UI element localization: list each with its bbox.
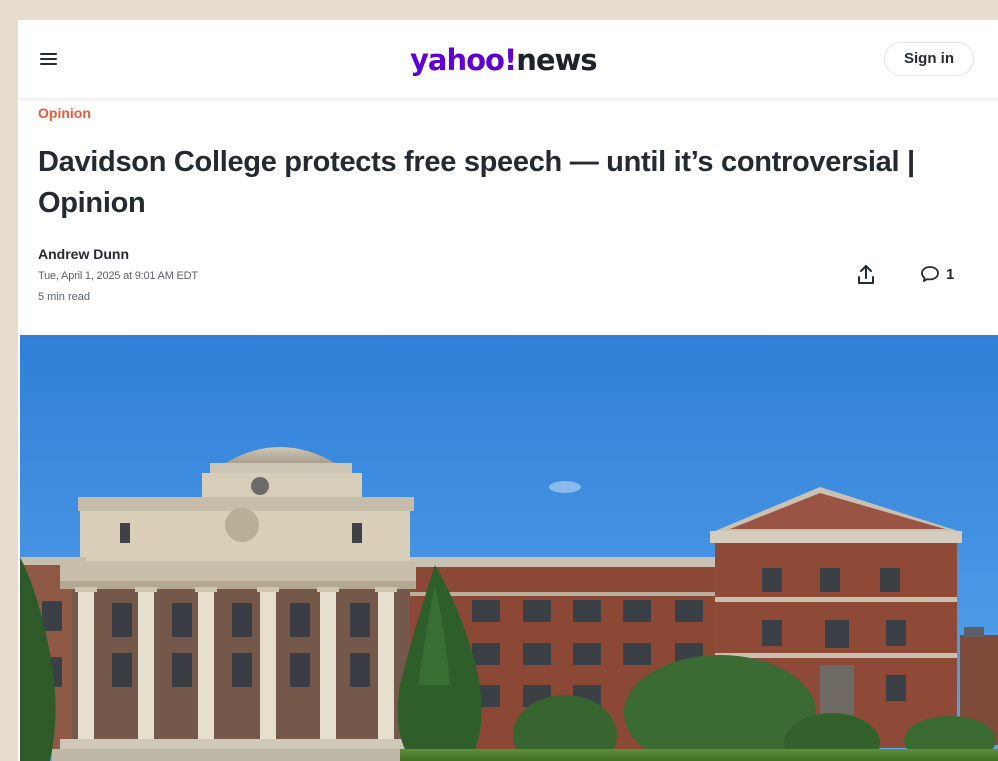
- hamburger-menu-icon[interactable]: [40, 52, 57, 66]
- article-headline: Davidson College protects free speech — …: [38, 146, 915, 219]
- author-name[interactable]: Andrew Dunn: [38, 246, 129, 262]
- hero-image: [20, 335, 998, 761]
- comment-icon: [921, 266, 939, 282]
- article-page: yahoo!news Sign in Opinion Davidson Coll…: [18, 20, 998, 761]
- comments-button[interactable]: 1: [920, 264, 954, 286]
- read-time: 5 min read: [38, 291, 90, 303]
- logo-brand: yahoo: [410, 43, 505, 77]
- share-icon[interactable]: [856, 264, 876, 286]
- logo-exclamation: !: [503, 43, 517, 77]
- sign-in-button[interactable]: Sign in: [884, 42, 974, 76]
- category-label[interactable]: Opinion: [38, 105, 91, 121]
- site-header: yahoo!news Sign in: [18, 20, 998, 98]
- logo-section: news: [516, 43, 597, 77]
- yahoo-news-logo[interactable]: yahoo!news: [410, 40, 598, 80]
- college-building-photo: [20, 335, 998, 761]
- comment-count: 1: [946, 265, 955, 283]
- publish-date: Tue, April 1, 2025 at 9:01 AM EDT: [38, 270, 198, 282]
